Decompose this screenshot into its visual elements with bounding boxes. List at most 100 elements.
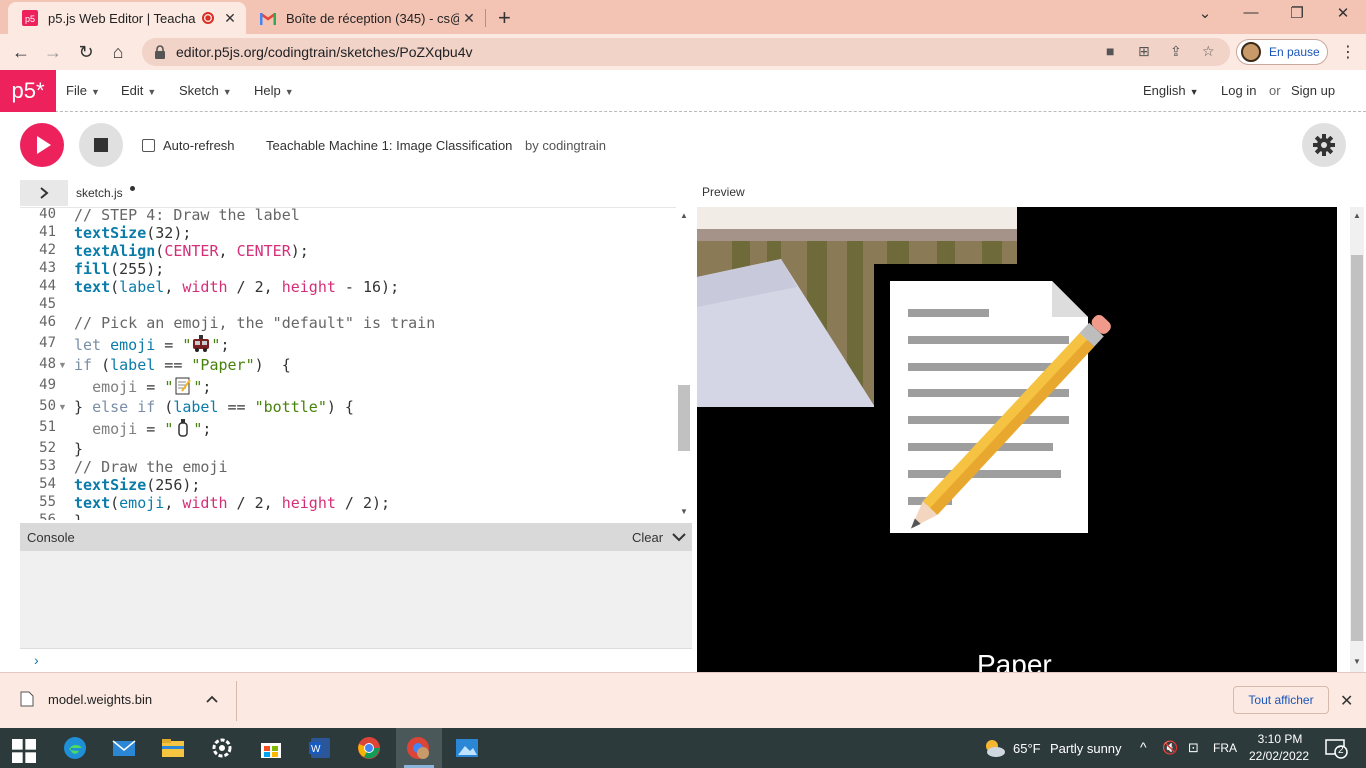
code-line: text(emoji, width / 2, height / 2); <box>74 494 391 512</box>
code-line: let emoji = " "; <box>74 335 230 354</box>
code-editor[interactable]: 40 41 42 43 44 45 46 47 48 49 50 51 52 53 54 55 56 ▼ ▼ // … <box>20 207 692 520</box>
scroll-down-icon[interactable]: ▼ <box>680 507 688 516</box>
preview-scrollbar[interactable]: ▲ ▼ <box>1350 207 1364 672</box>
chevron-down-icon: ▼ <box>90 87 100 97</box>
sketch-author: by codingtrain <box>525 138 606 153</box>
svg-text:W: W <box>311 744 321 755</box>
speaker-muted-icon[interactable]: 🔇 <box>1162 740 1178 756</box>
chevron-down-icon: ▼ <box>222 87 232 97</box>
translate-icon[interactable]: ⊞ <box>1138 43 1150 60</box>
stop-button[interactable] <box>79 123 123 167</box>
weather-desc[interactable]: Partly sunny <box>1050 741 1122 756</box>
settings-gear-icon[interactable] <box>210 736 234 760</box>
menu-sketch[interactable]: Sketch ▼ <box>179 83 232 98</box>
close-tab-icon[interactable]: ✕ <box>220 10 240 27</box>
bottle-emoji-icon <box>178 419 189 437</box>
address-bar-row: ← → ↻ ⌂ editor.p5js.org/codingtrain/sket… <box>0 34 1366 70</box>
code-line: // Draw the emoji <box>74 458 228 476</box>
clock-time[interactable]: 3:10 PM <box>1254 732 1306 746</box>
or-text: or <box>1269 83 1281 98</box>
close-icon[interactable]: ✕ <box>1340 691 1353 711</box>
signup-link[interactable]: Sign up <box>1291 83 1335 98</box>
close-window-icon[interactable]: ✕ <box>1328 4 1358 22</box>
edge-icon[interactable] <box>63 736 87 760</box>
word-icon[interactable]: W <box>308 736 332 760</box>
notifications-icon[interactable] <box>1324 736 1348 760</box>
chrome-icon[interactable] <box>357 736 381 760</box>
home-icon[interactable]: ⌂ <box>105 40 131 66</box>
auto-refresh-checkbox[interactable] <box>142 139 155 152</box>
file-tab[interactable]: sketch.js <box>76 186 123 200</box>
scrollbar-thumb[interactable] <box>678 385 690 451</box>
file-icon <box>20 691 34 707</box>
url-text: editor.p5js.org/codingtrain/sketches/PoZ… <box>176 44 473 60</box>
console-input[interactable]: › <box>20 648 692 672</box>
share-icon[interactable]: ⇪ <box>1170 43 1182 60</box>
menu-file[interactable]: File ▼ <box>66 83 100 98</box>
profile-button[interactable]: En pause <box>1236 39 1328 65</box>
scrollbar-thumb[interactable] <box>1351 255 1363 641</box>
preview-canvas[interactable]: Paper <box>697 207 1337 672</box>
weather-temp[interactable]: 65°F <box>1013 741 1041 756</box>
browser-tab-bar: p5 p5.js Web Editor | Teachable M ✕ Boît… <box>0 0 1366 34</box>
gmail-icon <box>260 10 276 26</box>
weather-partly-sunny-icon[interactable] <box>982 736 1006 760</box>
camera-icon[interactable]: ■ <box>1106 43 1114 59</box>
tab-gmail[interactable]: Boîte de réception (345) - cs@tay ✕ <box>250 2 485 34</box>
bookmark-star-icon[interactable]: ☆ <box>1202 43 1215 60</box>
input-language[interactable]: FRA <box>1213 741 1237 755</box>
forward-icon[interactable]: → <box>40 40 66 66</box>
show-all-button[interactable]: Tout afficher <box>1233 686 1329 714</box>
mail-icon[interactable] <box>112 736 136 760</box>
new-tab-icon[interactable]: + <box>498 5 511 31</box>
language-select[interactable]: English ▼ <box>1143 83 1199 98</box>
login-link[interactable]: Log in <box>1221 83 1256 98</box>
network-icon[interactable]: ⊡ <box>1188 740 1199 756</box>
scroll-up-icon[interactable]: ▲ <box>680 211 688 220</box>
windows-start-icon[interactable] <box>12 739 36 763</box>
clear-console-button[interactable]: Clear <box>632 530 663 545</box>
settings-button[interactable] <box>1302 123 1346 167</box>
back-icon[interactable]: ← <box>8 40 34 66</box>
minimize-icon[interactable]: — <box>1236 4 1266 21</box>
tab-p5-editor[interactable]: p5 p5.js Web Editor | Teachable M ✕ <box>8 2 246 34</box>
file-explorer-icon[interactable] <box>161 736 185 760</box>
auto-refresh-toggle[interactable]: Auto-refresh <box>142 138 235 153</box>
chevron-up-icon[interactable]: ^ <box>1140 739 1147 755</box>
close-tab-icon[interactable]: ✕ <box>459 10 479 27</box>
menu-help[interactable]: Help ▼ <box>254 83 294 98</box>
canvas-drawing <box>697 207 1337 672</box>
store-icon[interactable] <box>259 736 283 760</box>
code-line: emoji = " "; <box>92 377 212 396</box>
restore-icon[interactable]: ❐ <box>1282 4 1312 22</box>
fold-toggle-icon[interactable]: ▼ <box>58 402 67 412</box>
download-item[interactable]: model.weights.bin <box>20 691 218 707</box>
scroll-down-icon[interactable]: ▼ <box>1353 657 1361 666</box>
line-number: 46 <box>39 314 56 330</box>
reload-icon[interactable]: ↻ <box>73 40 99 66</box>
fold-toggle-icon[interactable]: ▼ <box>58 360 67 370</box>
editor-scrollbar[interactable]: ▲ ▼ <box>676 207 692 520</box>
scroll-up-icon[interactable]: ▲ <box>1353 211 1361 220</box>
code-line: emoji = " "; <box>92 419 212 438</box>
tab-search-icon[interactable]: ⌄ <box>1190 4 1220 22</box>
expand-sidebar-button[interactable] <box>20 180 68 206</box>
code-line: textSize(256); <box>74 476 201 494</box>
photos-icon[interactable] <box>455 736 479 760</box>
chevron-down-icon[interactable] <box>672 532 686 542</box>
lock-icon <box>155 45 165 59</box>
code-line: fill(255); <box>74 260 165 278</box>
chevron-up-icon[interactable] <box>206 695 218 703</box>
browser-menu-icon[interactable]: ⋮ <box>1340 42 1356 62</box>
line-number: 44 <box>39 278 56 294</box>
p5-logo[interactable]: p5* <box>0 70 56 112</box>
url-bar[interactable]: editor.p5js.org/codingtrain/sketches/PoZ… <box>142 38 1230 66</box>
play-button[interactable] <box>20 123 64 167</box>
line-number: 51 <box>39 419 56 435</box>
chrome-profile-icon[interactable] <box>406 736 430 760</box>
clock-date[interactable]: 22/02/2022 <box>1249 749 1309 763</box>
sketch-toolbar: Auto-refresh Teachable Machine 1: Image … <box>0 113 1366 177</box>
sketch-name[interactable]: Teachable Machine 1: Image Classificatio… <box>266 138 512 153</box>
menu-edit[interactable]: Edit ▼ <box>121 83 156 98</box>
download-bar: model.weights.bin Tout afficher ✕ <box>0 672 1366 728</box>
